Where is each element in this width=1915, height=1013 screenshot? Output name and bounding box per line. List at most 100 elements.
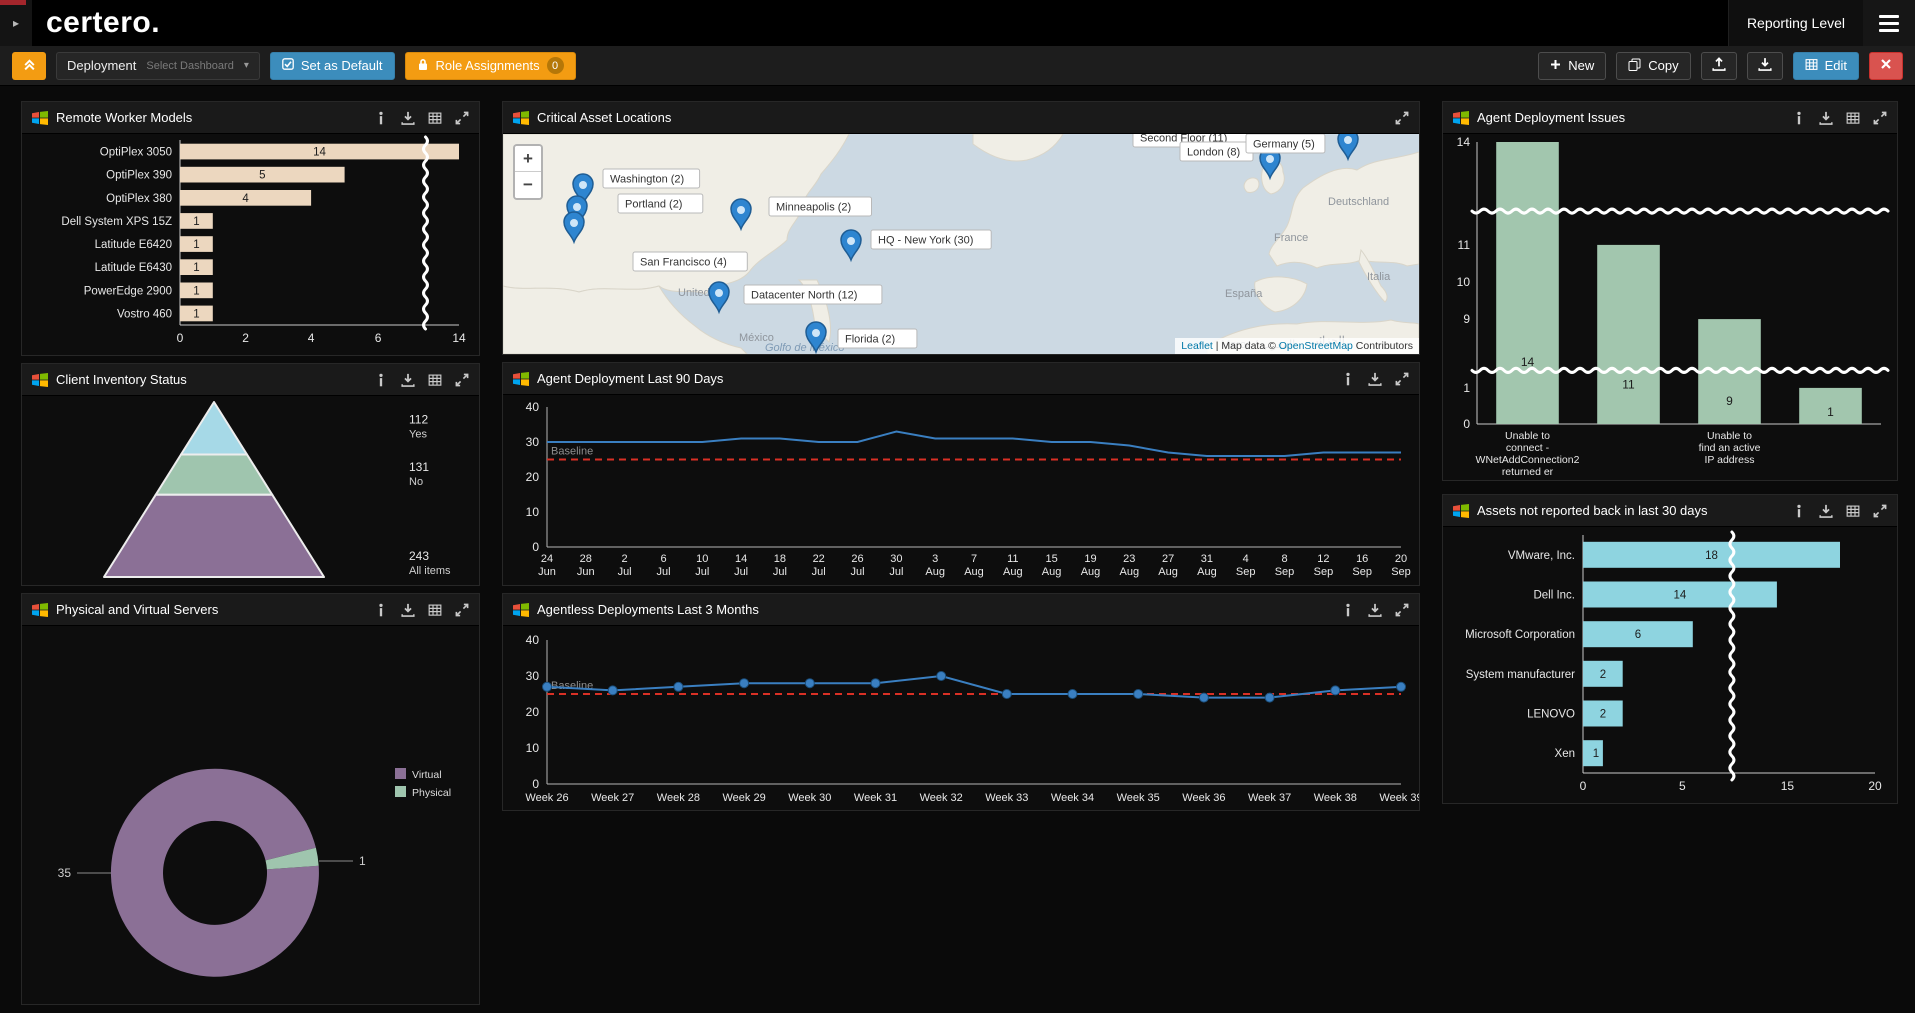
info-icon	[374, 373, 388, 387]
copy-button[interactable]: Copy	[1616, 52, 1690, 80]
info-button[interactable]	[374, 111, 388, 125]
windows-logo-icon	[1453, 504, 1469, 518]
zoom-out-button[interactable]: −	[515, 172, 541, 198]
svg-text:16: 16	[1356, 553, 1368, 565]
download-button[interactable]	[1819, 504, 1833, 518]
menu-button[interactable]	[1863, 0, 1915, 46]
svg-text:9: 9	[1726, 394, 1733, 408]
download-button[interactable]	[401, 603, 415, 617]
download-icon	[1819, 504, 1833, 518]
topbar: ▸ certero. Reporting Level	[0, 0, 1915, 46]
export-button[interactable]	[1701, 52, 1737, 80]
svg-text:Golfo de México: Golfo de México	[765, 342, 844, 354]
svg-text:connect -: connect -	[1506, 442, 1550, 454]
plus-icon	[1550, 58, 1561, 73]
sidebar-toggle-button[interactable]: ▸	[0, 0, 32, 46]
expand-icon	[1873, 504, 1887, 518]
close-dashboard-button[interactable]	[1869, 52, 1903, 80]
asset-locations-map[interactable]: UnitedMéxicoGolfo de MéxicoFranceDeutsch…	[503, 134, 1419, 354]
zoom-in-button[interactable]: +	[515, 146, 541, 172]
download-button[interactable]	[401, 373, 415, 387]
agent-deployment-90-days-chart: 01020304024Jun28Jun2Jul6Jul10Jul14Jul18J…	[503, 395, 1419, 585]
expand-button[interactable]	[455, 373, 469, 387]
table-button[interactable]	[428, 603, 442, 617]
collapse-toolbar-button[interactable]	[12, 52, 46, 80]
svg-text:0: 0	[532, 540, 539, 554]
svg-text:0: 0	[1463, 417, 1470, 431]
table-button[interactable]	[1846, 504, 1860, 518]
role-count-badge: 0	[547, 57, 564, 74]
windows-logo-icon	[32, 603, 48, 617]
expand-button[interactable]	[1395, 111, 1409, 125]
copy-icon	[1628, 58, 1641, 74]
reporting-level-button[interactable]: Reporting Level	[1728, 0, 1863, 46]
download-button[interactable]	[401, 111, 415, 125]
svg-text:Unable to: Unable to	[1505, 430, 1550, 442]
svg-text:Aug: Aug	[1042, 566, 1062, 578]
svg-text:Week 26: Week 26	[525, 792, 568, 804]
panel-agentless-deployments: Agentless Deployments Last 3 Months 0102…	[502, 593, 1420, 811]
download-button[interactable]	[1819, 111, 1833, 125]
expand-icon	[455, 603, 469, 617]
info-button[interactable]	[1792, 111, 1806, 125]
panel-remote-worker-models: Remote Worker Models 024614OptiPlex 3050…	[21, 101, 480, 356]
expand-button[interactable]	[1873, 504, 1887, 518]
panel-assets-not-reported: Assets not reported back in last 30 days…	[1442, 494, 1898, 804]
info-button[interactable]	[1341, 603, 1355, 617]
set-default-button[interactable]: Set as Default	[270, 52, 395, 80]
map-zoom-control: + −	[513, 144, 543, 200]
download-button[interactable]	[1368, 603, 1382, 617]
svg-text:26: 26	[851, 553, 863, 565]
svg-text:Datacenter North (12): Datacenter North (12)	[751, 290, 857, 302]
expand-button[interactable]	[455, 603, 469, 617]
expand-button[interactable]	[455, 111, 469, 125]
expand-button[interactable]	[1395, 603, 1409, 617]
svg-text:20: 20	[526, 705, 540, 719]
svg-text:Aug: Aug	[925, 566, 945, 578]
svg-text:Italia: Italia	[1367, 271, 1391, 283]
svg-text:Week 29: Week 29	[722, 792, 765, 804]
physical-virtual-servers-chart: 351VirtualPhysical	[22, 626, 479, 1004]
download-button[interactable]	[1368, 372, 1382, 386]
svg-text:6: 6	[375, 331, 382, 345]
svg-text:Aug: Aug	[964, 566, 984, 578]
new-button[interactable]: New	[1538, 52, 1606, 80]
svg-text:10: 10	[526, 505, 540, 519]
svg-text:Week 34: Week 34	[1051, 792, 1094, 804]
svg-text:Week 28: Week 28	[657, 792, 700, 804]
svg-text:Yes: Yes	[409, 429, 427, 441]
svg-text:Latitude E6420: Latitude E6420	[95, 239, 172, 251]
svg-text:5: 5	[259, 170, 265, 182]
expand-icon	[1395, 603, 1409, 617]
svg-text:11: 11	[1007, 553, 1018, 565]
table-button[interactable]	[428, 111, 442, 125]
svg-text:Deutschland: Deutschland	[1328, 196, 1389, 208]
svg-text:30: 30	[526, 435, 540, 449]
svg-text:Jul: Jul	[850, 566, 864, 578]
svg-text:2: 2	[622, 553, 628, 565]
svg-text:Aug: Aug	[1120, 566, 1140, 578]
expand-button[interactable]	[1873, 111, 1887, 125]
osm-link[interactable]: OpenStreetMap	[1279, 340, 1353, 352]
svg-text:Latitude E6430: Latitude E6430	[95, 262, 172, 274]
expand-button[interactable]	[1395, 372, 1409, 386]
import-button[interactable]	[1747, 52, 1783, 80]
svg-text:Week 35: Week 35	[1117, 792, 1160, 804]
info-button[interactable]	[1341, 372, 1355, 386]
info-button[interactable]	[1792, 504, 1806, 518]
role-assignments-button[interactable]: Role Assignments 0	[405, 52, 576, 80]
download-icon	[1368, 372, 1382, 386]
dashboard-select[interactable]: Deployment Select Dashboard ▾	[56, 52, 260, 80]
table-button[interactable]	[428, 373, 442, 387]
svg-text:Baseline: Baseline	[551, 680, 593, 692]
svg-text:OptiPlex 390: OptiPlex 390	[106, 170, 172, 182]
close-icon	[1880, 58, 1892, 73]
info-button[interactable]	[374, 373, 388, 387]
svg-text:Week 33: Week 33	[985, 792, 1028, 804]
leaflet-link[interactable]: Leaflet	[1181, 340, 1213, 352]
info-button[interactable]	[374, 603, 388, 617]
edit-button[interactable]: Edit	[1793, 52, 1859, 80]
svg-text:Week 27: Week 27	[591, 792, 634, 804]
svg-text:30: 30	[890, 553, 902, 565]
table-button[interactable]	[1846, 111, 1860, 125]
